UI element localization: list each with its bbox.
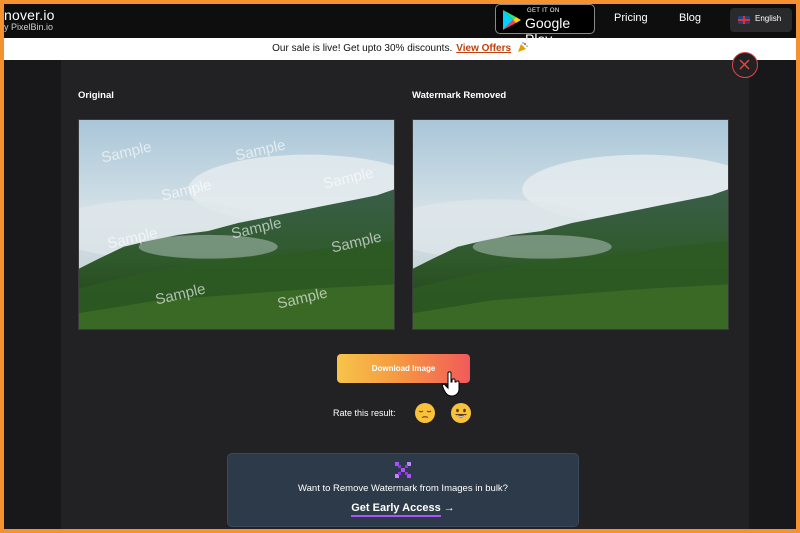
brand-name: nover.io [4,7,55,23]
close-icon [739,59,750,70]
promo-banner: Our sale is live! Get upto 30% discounts… [4,38,796,60]
get-early-access-label: Get Early Access [351,502,441,517]
google-play-caption: GET IT ON [527,8,560,14]
nav-link-blog[interactable]: Blog [679,12,701,24]
brand-subtitle: y PixelBin.io [4,22,54,32]
watermark-removed-label: Watermark Removed [412,90,507,101]
bulk-access-card: Want to Remove Watermark from Images in … [227,453,579,527]
party-popper-icon [517,42,528,52]
google-play-button[interactable]: GET IT ON Google Play [495,4,595,47]
language-selector[interactable]: English [730,8,792,32]
original-image: Sample Sample Sample Sample Sample Sampl… [78,119,395,330]
app-frame: nover.io y PixelBin.io GET IT ON Google … [4,4,796,529]
rate-result-label: Rate this result: [333,408,396,418]
uk-flag-icon [738,16,750,24]
google-play-icon [503,10,521,30]
grinning-emoji-icon[interactable] [450,402,472,424]
original-label: Original [78,90,114,101]
language-label: English [755,14,782,23]
forest-fog-photo [413,120,728,329]
promo-text: Our sale is live! Get upto 30% discounts… [272,43,453,54]
bulk-process-icon [395,462,411,478]
arrow-right-icon: → [443,502,455,514]
top-navigation: nover.io y PixelBin.io GET IT ON Google … [4,4,796,47]
pointer-hand-cursor [442,371,460,397]
get-early-access-link[interactable]: Get Early Access → [228,502,578,517]
watermark-removed-image [412,119,729,330]
bulk-description: Want to Remove Watermark from Images in … [298,483,508,494]
nav-link-pricing[interactable]: Pricing [614,12,648,24]
pensive-emoji-icon[interactable] [414,402,436,424]
view-offers-link[interactable]: View Offers [456,43,511,54]
close-button[interactable] [732,52,758,78]
